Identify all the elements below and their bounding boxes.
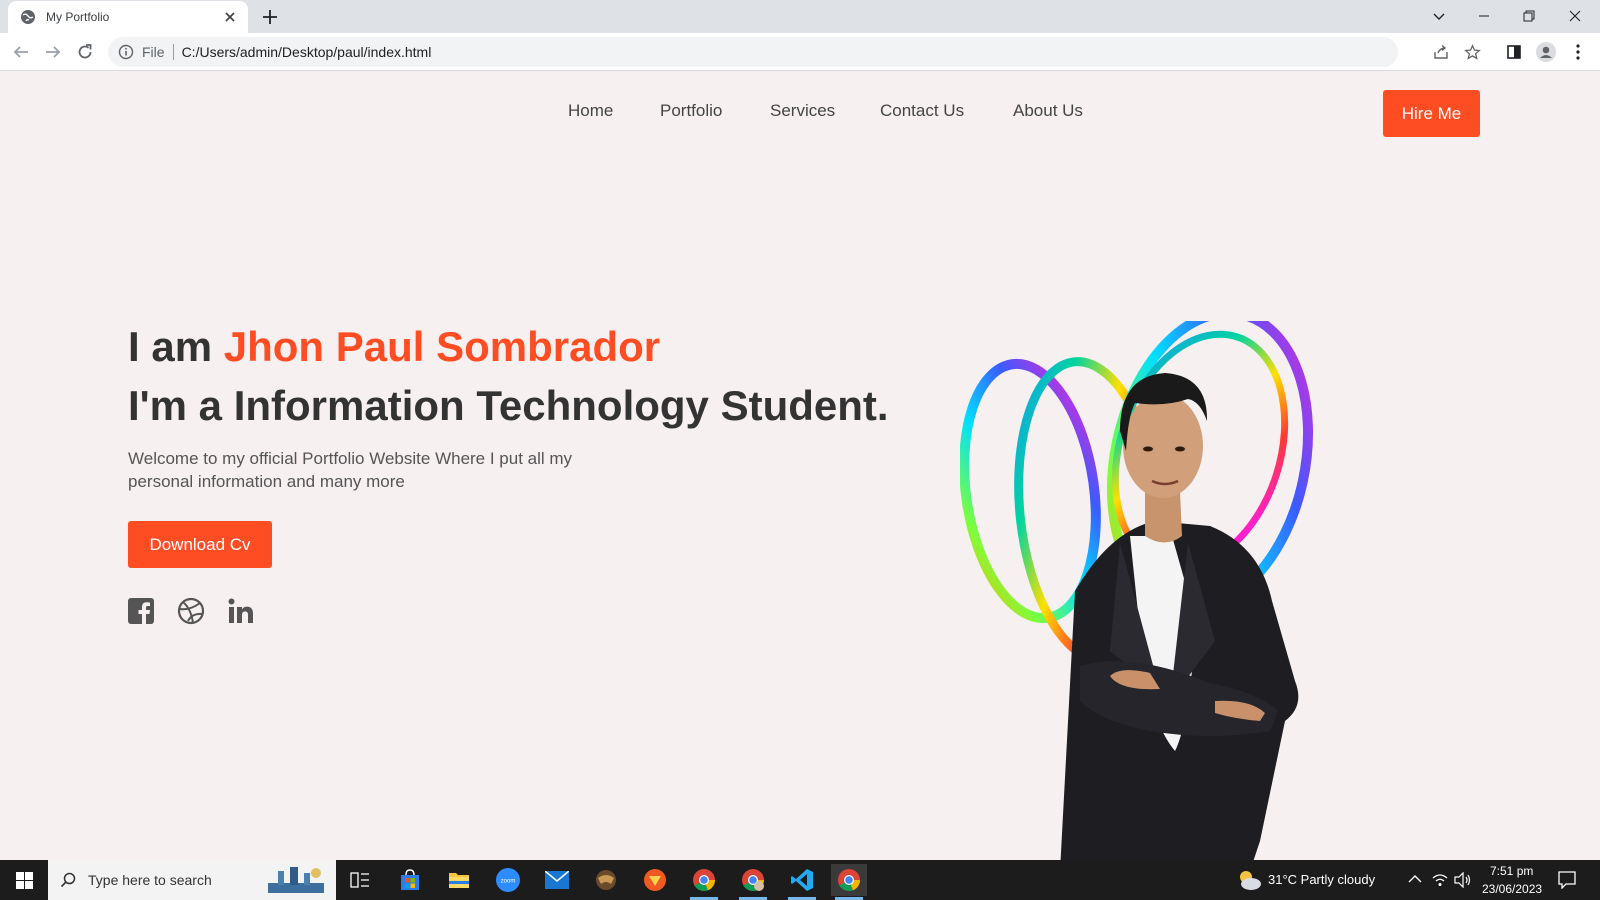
mail-icon[interactable]	[539, 864, 575, 896]
windows-taskbar: Type here to search zoom 31°C Partly clo…	[0, 860, 1600, 900]
linkedin-icon[interactable]	[227, 597, 255, 625]
game-app-icon[interactable]	[588, 864, 624, 896]
minimize-icon[interactable]	[1471, 4, 1497, 28]
dribbble-icon[interactable]	[177, 597, 205, 625]
clock-date[interactable]: 23/06/2023	[1482, 882, 1542, 896]
download-cv-button[interactable]: Download Cv	[128, 521, 272, 568]
clock-time[interactable]: 7:51 pm	[1490, 864, 1533, 878]
microsoft-store-icon[interactable]	[392, 864, 428, 896]
nav-contact-us[interactable]: Contact Us	[880, 101, 964, 121]
close-tab-icon[interactable]	[222, 9, 238, 25]
portfolio-page: Home Portfolio Services Contact Us About…	[0, 71, 1600, 860]
share-icon[interactable]	[1430, 41, 1452, 63]
notification-icon[interactable]	[1558, 871, 1576, 889]
taskbar-search-box[interactable]: Type here to search	[48, 860, 336, 900]
new-tab-icon[interactable]	[260, 7, 280, 27]
windows-start-button[interactable]	[0, 860, 48, 900]
zoom-icon[interactable]: zoom	[490, 864, 526, 896]
facebook-icon[interactable]	[127, 597, 155, 625]
profile-avatar-icon[interactable]	[1535, 41, 1557, 63]
close-window-icon[interactable]	[1562, 4, 1588, 28]
intro-prefix: I am	[128, 323, 213, 370]
globe-icon	[21, 10, 35, 24]
hero-description: Welcome to my official Portfolio Website…	[128, 449, 573, 491]
svg-text:zoom: zoom	[501, 879, 516, 885]
search-placeholder: Type here to search	[88, 872, 212, 888]
search-highlight-image	[268, 867, 324, 893]
browser-tab-active[interactable]: My Portfolio	[8, 1, 248, 33]
wifi-icon[interactable]	[1432, 872, 1448, 888]
more-vert-icon[interactable]	[1567, 41, 1589, 63]
reload-icon[interactable]	[74, 41, 96, 63]
task-view-icon[interactable]	[342, 864, 378, 896]
garena-icon[interactable]	[637, 864, 673, 896]
nav-home[interactable]: Home	[568, 101, 613, 121]
chrome-active-icon[interactable]	[831, 864, 867, 900]
vscode-icon[interactable]	[784, 864, 820, 900]
url-scheme-label: File	[142, 44, 174, 60]
windows-logo-icon	[15, 871, 33, 889]
search-icon	[60, 872, 76, 888]
profile-portrait	[960, 321, 1314, 860]
nav-services[interactable]: Services	[770, 101, 835, 121]
weather-cloud-icon[interactable]	[1236, 868, 1262, 892]
chrome-profile-icon[interactable]	[735, 864, 771, 900]
forward-arrow-icon[interactable]	[42, 41, 64, 63]
hero-role: I'm a Information Technology Student.	[128, 382, 889, 429]
side-panel-icon[interactable]	[1503, 41, 1525, 63]
nav-about-us[interactable]: About Us	[1013, 101, 1083, 121]
url-text[interactable]: C:/Users/admin/Desktop/paul/index.html	[182, 44, 432, 60]
restore-icon[interactable]	[1516, 4, 1542, 28]
tray-chevron-up-icon[interactable]	[1408, 874, 1422, 884]
tab-search-chevron-icon[interactable]	[1426, 4, 1452, 28]
bookmark-star-icon[interactable]	[1461, 41, 1483, 63]
tab-title: My Portfolio	[46, 10, 110, 24]
nav-portfolio[interactable]: Portfolio	[660, 101, 722, 121]
chrome-icon[interactable]	[686, 864, 722, 900]
weather-text[interactable]: 31°C Partly cloudy	[1268, 872, 1375, 887]
file-explorer-icon[interactable]	[441, 864, 477, 896]
hero-heading: I am Jhon Paul Sombrador	[128, 323, 660, 371]
browser-tab-strip: My Portfolio	[0, 0, 1600, 33]
hire-me-button[interactable]: Hire Me	[1383, 90, 1480, 137]
site-nav: Home Portfolio Services Contact Us About…	[0, 101, 1600, 125]
volume-icon[interactable]	[1454, 872, 1472, 888]
browser-toolbar: File C:/Users/admin/Desktop/paul/index.h…	[0, 33, 1600, 71]
info-icon[interactable]	[118, 44, 134, 60]
address-bar[interactable]: File C:/Users/admin/Desktop/paul/index.h…	[108, 37, 1398, 67]
back-arrow-icon[interactable]	[10, 41, 32, 63]
person-name: Jhon Paul Sombrador	[223, 323, 661, 370]
